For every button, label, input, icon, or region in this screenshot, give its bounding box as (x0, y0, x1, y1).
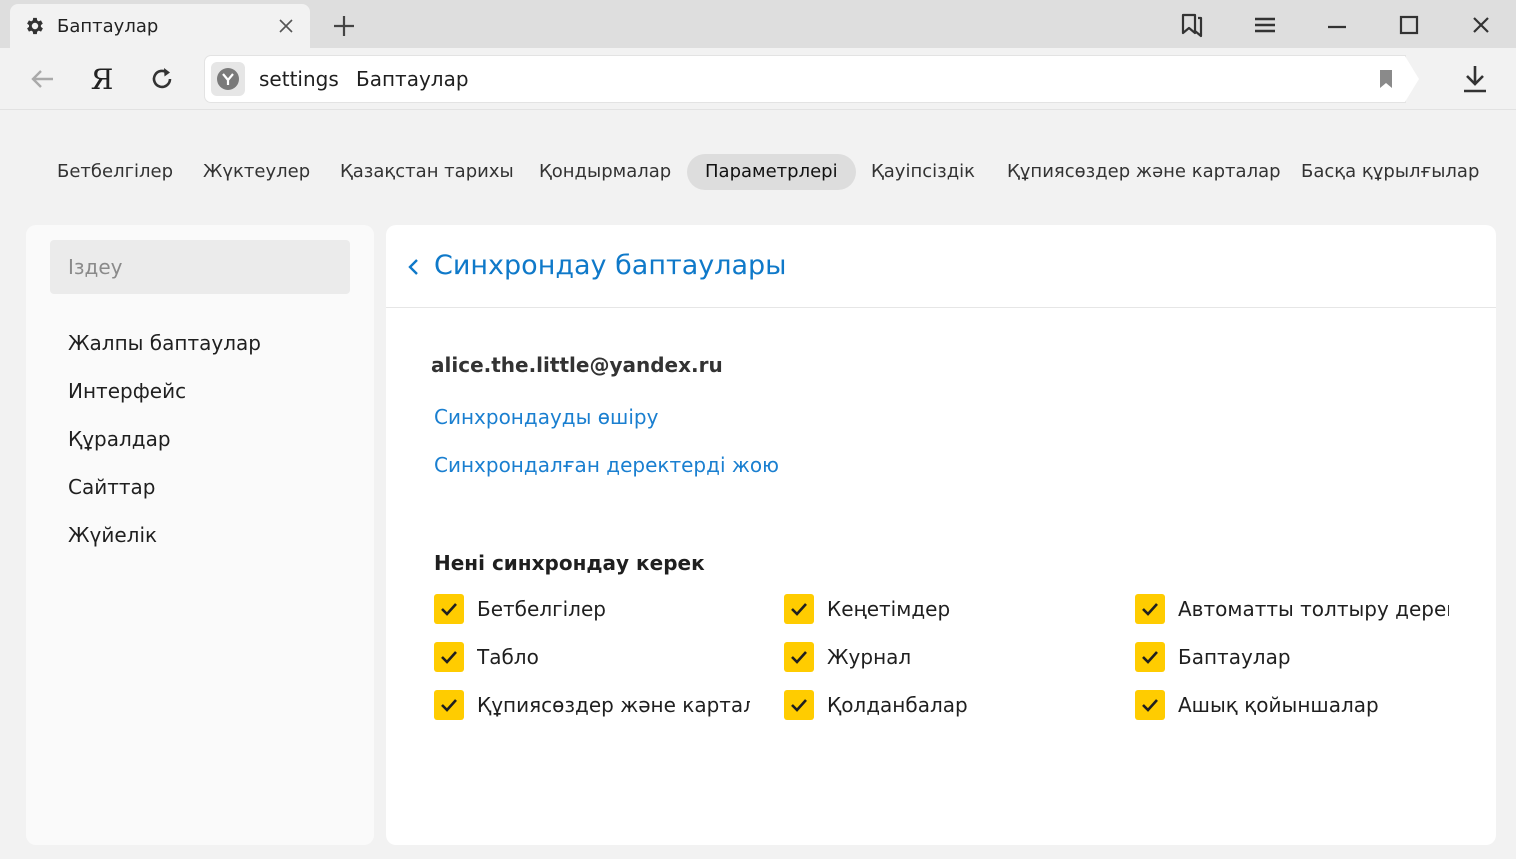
nav-downloads[interactable]: Жүктеулер (185, 154, 328, 190)
checkbox[interactable] (434, 642, 464, 672)
back-button[interactable] (22, 60, 62, 98)
settings-top-nav: Бетбелгілер Жүктеулер Қазақстан тарихы Қ… (0, 110, 1516, 225)
checkbox-label: Автоматты толтыру деректері (1178, 597, 1449, 621)
bookmarks-panel-icon (1181, 13, 1203, 38)
gear-icon (27, 17, 43, 35)
checkbox[interactable] (1135, 642, 1165, 672)
sidebar-item-interface[interactable]: Интерфейс (68, 379, 186, 403)
checkmark-icon (1142, 603, 1158, 616)
reload-button[interactable] (142, 60, 182, 98)
sync-checkbox-apps[interactable]: Қолданбалар (784, 690, 1100, 720)
plus-icon[interactable] (330, 12, 358, 40)
checkbox-label: Кеңетімдер (827, 597, 951, 621)
address-bar[interactable]: settings Баптаулар (205, 56, 1419, 102)
maximize-button[interactable] (1394, 10, 1424, 40)
close-window-button[interactable] (1466, 10, 1496, 40)
sync-checkbox-open-tabs[interactable]: Ашық қойыншалар (1135, 690, 1449, 720)
checkmark-icon (791, 651, 807, 664)
minimize-icon (1328, 25, 1346, 29)
address-page-title: Баптаулар (356, 67, 469, 91)
nav-history[interactable]: Қазақстан тарихы (322, 154, 532, 190)
checkbox-label: Қолданбалар (827, 693, 968, 717)
nav-extensions[interactable]: Қондырмалар (521, 154, 689, 190)
tab-title: Баптаулар (57, 16, 159, 37)
nav-passwords-cards[interactable]: Құпиясөздер және карталар (989, 154, 1299, 190)
menu-icon (1255, 17, 1275, 33)
close-icon[interactable] (276, 16, 296, 36)
sidebar-item-general[interactable]: Жалпы баптаулар (68, 331, 261, 355)
checkbox[interactable] (1135, 690, 1165, 720)
checkbox-label: Журнал (827, 645, 912, 669)
checkmark-icon (441, 603, 457, 616)
sync-checkbox-history[interactable]: Журнал (784, 642, 1100, 672)
title-bar: Баптаулар (0, 0, 1516, 48)
protect-shield-icon[interactable] (211, 62, 245, 96)
address-host: settings (259, 67, 339, 91)
browser-toolbar: Я settings Баптаулар (0, 48, 1516, 110)
disable-sync-link[interactable]: Синхрондауды өшіру (434, 405, 658, 429)
checkbox[interactable] (434, 594, 464, 624)
nav-security[interactable]: Қауіпсіздік (853, 154, 993, 190)
minimize-button[interactable] (1322, 10, 1352, 40)
checkbox[interactable] (784, 690, 814, 720)
yandex-logo-button[interactable]: Я (82, 60, 122, 98)
sidebar-item-system[interactable]: Жүйелік (68, 523, 157, 547)
checkmark-icon (1142, 699, 1158, 712)
sync-checkbox-extensions[interactable]: Кеңетімдер (784, 594, 1100, 624)
checkbox[interactable] (784, 594, 814, 624)
checkbox[interactable] (1135, 594, 1165, 624)
checkbox[interactable] (784, 642, 814, 672)
sync-section-title: Нені синхрондау керек (434, 551, 705, 575)
nav-bookmarks[interactable]: Бетбелгілер (39, 154, 191, 190)
yandex-browser-shield-icon (217, 68, 239, 90)
sync-checkbox-settings[interactable]: Баптаулар (1135, 642, 1449, 672)
menu-button[interactable] (1250, 10, 1280, 40)
settings-search-input[interactable] (50, 240, 350, 294)
sidebar-item-tools[interactable]: Құралдар (68, 427, 171, 451)
checkmark-icon (1142, 651, 1158, 664)
close-window-icon (1473, 17, 1489, 33)
account-email: alice.the.little@yandex.ru (431, 353, 723, 377)
yandex-logo-icon: Я (90, 62, 114, 96)
sync-settings-panel: Синхрондау баптаулары alice.the.little@y… (386, 225, 1496, 845)
checkbox-label: Құпиясөздер және карталар (477, 693, 750, 717)
sync-checkbox-bookmarks[interactable]: Бетбелгілер (434, 594, 750, 624)
download-icon (1464, 66, 1486, 93)
reload-icon (152, 68, 172, 89)
checkbox[interactable] (434, 690, 464, 720)
panel-header: Синхрондау баптаулары (386, 225, 1496, 308)
settings-sidebar: Жалпы баптаулар Интерфейс Құралдар Сайтт… (26, 225, 374, 845)
sidebar-item-sites[interactable]: Сайттар (68, 475, 155, 499)
chevron-left-icon[interactable] (406, 258, 422, 276)
checkmark-icon (791, 699, 807, 712)
bookmark-icon[interactable] (1375, 68, 1397, 90)
nav-settings[interactable]: Параметрлері (687, 154, 856, 190)
checkbox-label: Бетбелгілер (477, 597, 606, 621)
sync-checkbox-tableau[interactable]: Табло (434, 642, 750, 672)
checkmark-icon (441, 699, 457, 712)
checkmark-icon (791, 603, 807, 616)
checkmark-icon (441, 651, 457, 664)
back-arrow-icon (31, 70, 53, 88)
nav-other-devices[interactable]: Басқа құрылғылар (1283, 154, 1497, 190)
browser-tab[interactable]: Баптаулар (10, 4, 310, 48)
page-title: Синхрондау баптаулары (434, 250, 787, 281)
downloads-button[interactable] (1455, 59, 1495, 99)
bookmarks-panel-button[interactable] (1177, 10, 1207, 40)
delete-synced-data-link[interactable]: Синхрондалған деректерді жою (434, 453, 779, 477)
checkbox-label: Баптаулар (1178, 645, 1291, 669)
sync-checkbox-passwords[interactable]: Құпиясөздер және карталар (434, 690, 750, 720)
sync-checkbox-autofill[interactable]: Автоматты толтыру деректері (1135, 594, 1449, 624)
maximize-icon (1399, 15, 1419, 35)
checkbox-label: Табло (477, 645, 539, 669)
checkbox-label: Ашық қойыншалар (1178, 693, 1379, 717)
